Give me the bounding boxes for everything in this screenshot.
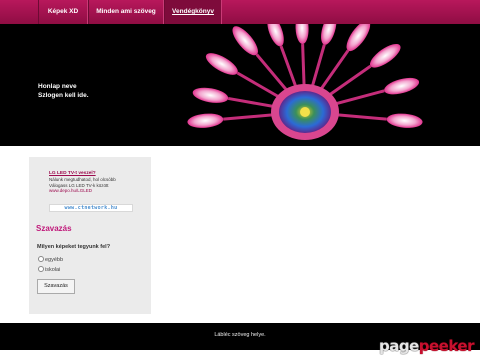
nav-item-vendegkonyv[interactable]: Vendégkönyv — [164, 0, 222, 24]
poll-option-egyebb[interactable]: egyébb — [38, 256, 63, 264]
sidebar: LG LED TV-t veszel? Nálunk megtudhatod, … — [29, 157, 151, 314]
poll-option-iskolai[interactable]: iskolai — [38, 266, 60, 274]
site-slogan: Szlogen kell ide. — [38, 92, 89, 99]
site-name: Honlap neve — [38, 83, 77, 90]
ad-url-link[interactable]: www.depo.hu/LGLED — [49, 188, 145, 194]
poll-heading: Szavazás — [36, 224, 72, 233]
flower-image — [187, 24, 423, 140]
pagepeeker-watermark: pagepeeker — [378, 336, 475, 356]
radio-button[interactable] — [38, 266, 44, 272]
nav-item-kepek[interactable]: Képek XD — [38, 0, 88, 24]
text-ad: LG LED TV-t veszel? Nálunk megtudhatod, … — [49, 171, 145, 194]
watermark-part-peeker: peeker — [418, 337, 475, 355]
poll-question: Milyen képeket tegyunk fel? — [37, 244, 111, 250]
poll-option-label: egyébb — [45, 257, 64, 263]
top-navigation: Képek XD Minden ami szöveg Vendégkönyv — [0, 0, 480, 24]
nav-item-minden-ami-szoveg[interactable]: Minden ami szöveg — [88, 0, 164, 24]
site-branding: Honlap neve Szlogen kell ide. — [38, 82, 89, 100]
network-banner[interactable]: www.ctnetwork.hu — [49, 204, 133, 212]
watermark-part-page: page — [378, 337, 419, 355]
radio-button[interactable] — [38, 256, 44, 262]
vote-button[interactable]: Szavazás — [37, 279, 75, 294]
poll-option-label: iskolai — [45, 267, 61, 273]
header-banner: Honlap neve Szlogen kell ide. — [0, 24, 480, 146]
